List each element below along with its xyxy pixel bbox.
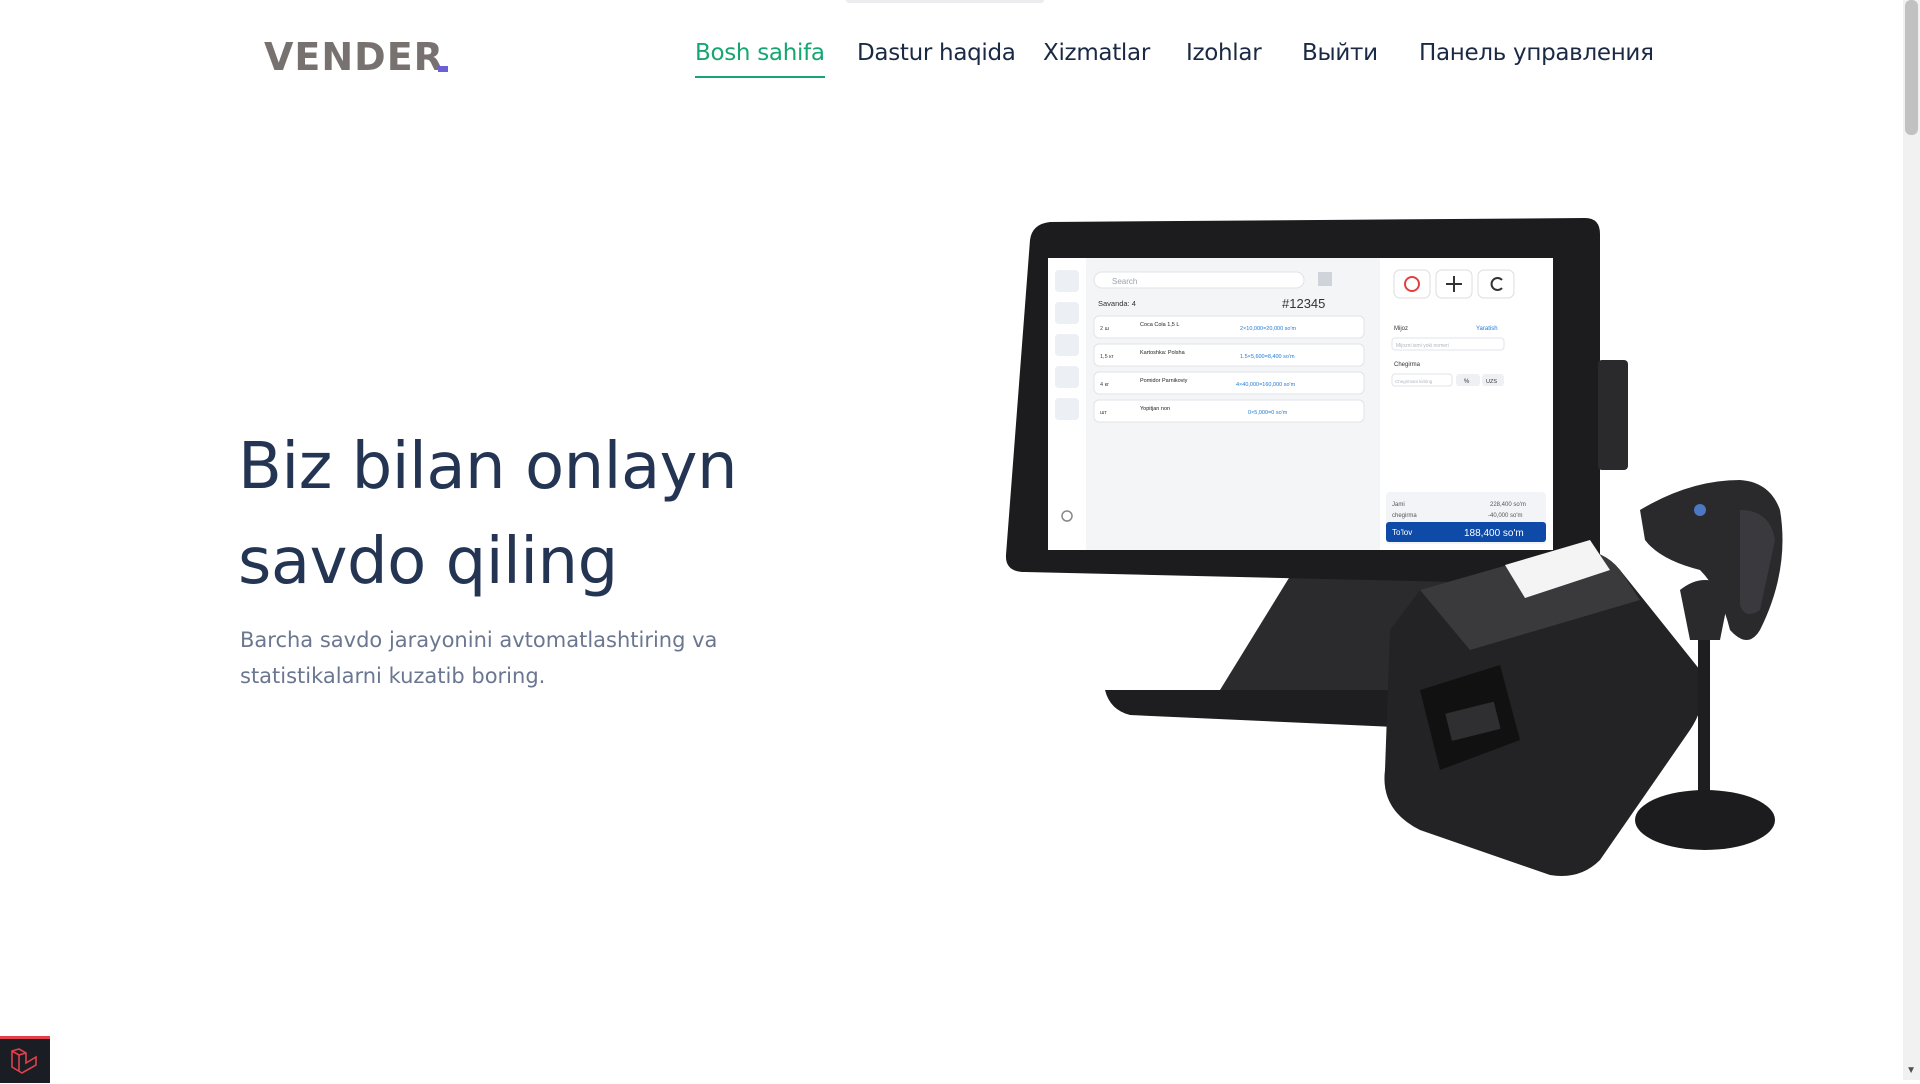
discount-row-value: -40,000 so'm bbox=[1488, 513, 1523, 519]
total-label: Jami bbox=[1392, 502, 1405, 508]
item-name: Kartoshka: Polsha bbox=[1140, 350, 1186, 356]
scroll-down-arrow-icon[interactable]: ▼ bbox=[1906, 1065, 1916, 1076]
hero-subtitle: Barcha savdo jarayonini avtomatlashtirin… bbox=[240, 628, 718, 688]
item-qty: 2 ш bbox=[1100, 326, 1110, 332]
pos-item-row-3: 4 кг Pomidor Parnikoviy 4×40,000=160,000… bbox=[1093, 371, 1365, 395]
top-dropdown-edge bbox=[846, 0, 1044, 3]
scrollbar-thumb[interactable] bbox=[1905, 0, 1918, 135]
barcode-icon bbox=[1318, 272, 1332, 286]
sidebar-icon-1 bbox=[1055, 270, 1079, 292]
hero-title-line2: savdo qiling bbox=[238, 525, 618, 599]
hero-title-line1: Biz bilan onlayn bbox=[238, 430, 738, 504]
item-qty: 4 кг bbox=[1100, 382, 1109, 388]
item-name: Yopitjan non bbox=[1140, 406, 1170, 412]
sidebar-icon-4 bbox=[1055, 366, 1079, 388]
client-input-placeholder: Mijozni ismi yoki nomeri bbox=[1396, 343, 1449, 349]
item-name: Coca Cola 1,5 L bbox=[1140, 322, 1179, 328]
nav-reviews[interactable]: Izohlar bbox=[1186, 40, 1262, 66]
laravel-icon bbox=[11, 1048, 37, 1074]
laravel-debugbar-toggle[interactable] bbox=[0, 1036, 50, 1083]
client-label: Mijoz bbox=[1394, 326, 1408, 332]
pos-hardware-illustration: Search Savanda: 4 #12345 2 ш Coca Cola 1… bbox=[1005, 218, 1783, 876]
main-nav: Bosh sahifa Dastur haqida Xizmatlar Izoh… bbox=[0, 36, 1920, 78]
item-qty: шт bbox=[1100, 410, 1107, 416]
cart-count: Savanda: 4 bbox=[1098, 299, 1136, 308]
discount-row-label: chegirma bbox=[1392, 513, 1417, 519]
pos-item-row-1: 2 ш Coca Cola 1,5 L 2×10,000=20,000 so'm bbox=[1093, 315, 1365, 339]
refresh-icon bbox=[1477, 269, 1515, 299]
item-qty: 1,5 кг bbox=[1100, 354, 1114, 360]
nav-services[interactable]: Xizmatlar bbox=[1043, 40, 1150, 66]
cancel-icon bbox=[1393, 269, 1431, 299]
nav-home[interactable]: Bosh sahifa bbox=[695, 40, 825, 78]
nav-logout[interactable]: Выйти bbox=[1302, 40, 1378, 66]
hero-title: Biz bilan onlayn savdo qiling bbox=[238, 420, 738, 610]
item-price: 0×5,000=0 so'm bbox=[1248, 410, 1288, 416]
pos-item-row-4: шт Yopitjan non 0×5,000=0 so'm bbox=[1093, 399, 1365, 423]
pos-search-placeholder: Search bbox=[1112, 277, 1137, 286]
create-client-link: Yaratish bbox=[1476, 326, 1498, 332]
order-number: #12345 bbox=[1282, 296, 1325, 311]
total-value: 228,400 so'm bbox=[1490, 502, 1526, 508]
discount-label: Chegirma bbox=[1394, 362, 1421, 368]
currency-label: UZS bbox=[1486, 379, 1497, 385]
card-reader bbox=[1598, 360, 1628, 470]
sidebar-icon-3 bbox=[1055, 334, 1079, 356]
nav-about[interactable]: Dastur haqida bbox=[857, 40, 1016, 66]
pay-value: 188,400 so'm bbox=[1464, 528, 1524, 539]
discount-input-placeholder: Chegirmani kiriting bbox=[1395, 379, 1433, 384]
percent-label: % bbox=[1464, 379, 1470, 385]
item-price: 2×10,000=20,000 so'm bbox=[1240, 326, 1297, 332]
sidebar-icon-5 bbox=[1055, 398, 1079, 420]
item-name: Pomidor Parnikoviy bbox=[1140, 378, 1188, 384]
vertical-scrollbar[interactable]: ▼ bbox=[1903, 0, 1920, 1080]
sidebar-icon-2 bbox=[1055, 302, 1079, 324]
item-price: 1.5×5,600=8,400 so'm bbox=[1240, 354, 1295, 360]
item-price: 4×40,000=160,000 so'm bbox=[1236, 382, 1296, 388]
pay-label: To'lov bbox=[1392, 528, 1412, 537]
nav-dashboard[interactable]: Панель управления bbox=[1419, 40, 1654, 66]
pos-item-row-2: 1,5 кг Kartoshka: Polsha 1.5×5,600=8,400… bbox=[1093, 343, 1365, 367]
